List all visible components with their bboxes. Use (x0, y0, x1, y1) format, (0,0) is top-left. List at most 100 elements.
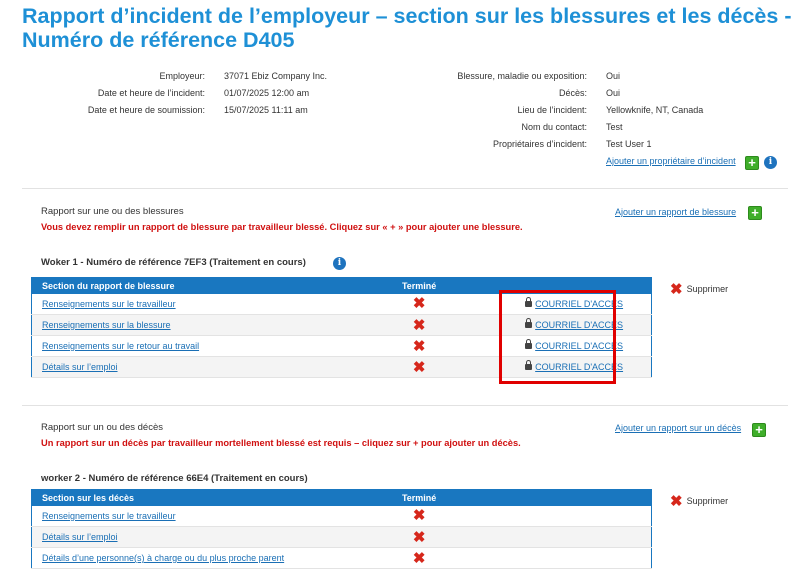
delete-death-button[interactable]: ✖ Supprimer (670, 492, 728, 510)
table-cell: Renseignements sur le retour au travail (31, 335, 388, 357)
close-icon: ✖ (412, 316, 426, 334)
column-header-access (451, 277, 652, 294)
worker-heading: worker 2 - Numéro de référence 66E4 (Tra… (41, 473, 308, 484)
column-header-section: Section sur les décès (31, 489, 388, 506)
page-title: Rapport d’incident de l’employeur – sect… (22, 4, 792, 52)
plus-icon[interactable]: + (745, 156, 759, 170)
table-cell: COURRIEL D'ACCÈS (451, 314, 652, 336)
info-row: Nom du contact: Test (400, 119, 703, 136)
delete-injury-button[interactable]: ✖ Supprimer (670, 280, 728, 298)
table-row: Renseignements sur le travailleur ✖ COUR… (31, 293, 652, 315)
column-header-done: Terminé (387, 489, 452, 506)
section-link[interactable]: Détails d’une personne(s) à charge ou du… (42, 553, 284, 563)
table-cell: COURRIEL D'ACCÈS (451, 293, 652, 315)
info-label: Blessure, maladie ou exposition: (457, 71, 587, 81)
table-cell: COURRIEL D'ACCÈS (451, 335, 652, 357)
close-icon: ✖ (412, 295, 426, 313)
injury-sections-table: Section du rapport de blessure Terminé R… (31, 277, 652, 378)
death-warning: Un rapport sur un décès par travailleur … (41, 438, 521, 448)
section-link[interactable]: Renseignements sur le retour au travail (42, 341, 199, 351)
table-header-row: Section du rapport de blessure Terminé (31, 277, 652, 294)
table-cell: Détails sur l’emploi (31, 526, 388, 548)
info-icon[interactable]: i (764, 156, 777, 169)
add-injury-report-link[interactable]: Ajouter un rapport de blessure (615, 207, 736, 217)
table-cell: ✖ (387, 293, 452, 315)
info-value: 01/07/2025 12:00 am (224, 88, 310, 98)
table-row: Renseignements sur le travailleur ✖ (31, 505, 652, 527)
info-value: Oui (606, 88, 621, 98)
plus-icon[interactable]: + (752, 423, 766, 437)
add-incident-owner-link[interactable]: Ajouter un propriétaire d’incident (606, 156, 736, 166)
incident-info-right: Blessure, maladie ou exposition: Oui Déc… (400, 68, 703, 153)
info-label: Lieu de l’incident: (517, 105, 587, 115)
table-cell: Renseignements sur le travailleur (31, 293, 388, 315)
info-label: Date et heure de l’incident: (97, 88, 205, 98)
table-row: Détails sur l’emploi ✖ COURRIEL D'ACCÈS (31, 356, 652, 378)
access-email-link[interactable]: COURRIEL D'ACCÈS (535, 299, 623, 309)
table-cell: COURRIEL D'ACCÈS (451, 356, 652, 378)
lock-icon (525, 360, 533, 370)
info-value: Test User 1 (606, 139, 652, 149)
table-cell: Renseignements sur le travailleur (31, 505, 388, 527)
column-header-empty (451, 489, 652, 506)
table-cell (451, 526, 652, 548)
access-email-link[interactable]: COURRIEL D'ACCÈS (535, 320, 623, 330)
column-header-section: Section du rapport de blessure (31, 277, 388, 294)
divider (22, 188, 788, 189)
death-sections-table: Section sur les décès Terminé Renseignem… (31, 489, 652, 569)
access-email-link[interactable]: COURRIEL D'ACCÈS (535, 341, 623, 351)
table-cell (451, 505, 652, 527)
info-value: Oui (606, 71, 621, 81)
close-icon: ✖ (412, 507, 426, 525)
close-icon: ✖ (412, 528, 426, 546)
info-label: Employeur: (159, 71, 205, 81)
info-row: Date et heure de soumission: 15/07/2025 … (40, 102, 327, 119)
incident-info-left: Employeur: 37071 Ebiz Company Inc. Date … (40, 68, 327, 119)
info-label: Nom du contact: (521, 122, 587, 132)
close-icon: ✖ (412, 337, 426, 355)
section-link[interactable]: Renseignements sur la blessure (42, 320, 171, 330)
info-row: Blessure, maladie ou exposition: Oui (400, 68, 703, 85)
injury-section-title: Rapport sur une ou des blessures (41, 206, 184, 217)
info-label: Propriétaires d’incident: (492, 139, 587, 149)
column-header-done: Terminé (387, 277, 452, 294)
info-label: Date et heure de soumission: (87, 105, 205, 115)
table-cell: ✖ (387, 356, 452, 378)
table-cell: ✖ (387, 314, 452, 336)
table-cell (451, 547, 652, 569)
info-label: Décès: (558, 88, 587, 98)
info-value: 15/07/2025 11:11 am (224, 105, 308, 115)
delete-label: Supprimer (686, 284, 729, 294)
info-row: Lieu de l’incident: Yellowknife, NT, Can… (400, 102, 703, 119)
death-section-title: Rapport sur un ou des décès (41, 422, 163, 433)
table-row: Détails d’une personne(s) à charge ou du… (31, 547, 652, 569)
section-link[interactable]: Détails sur l’emploi (42, 362, 118, 372)
table-cell: Renseignements sur la blessure (31, 314, 388, 336)
worker-heading: Woker 1 - Numéro de référence 7EF3 (Trai… (41, 257, 306, 268)
table-cell: ✖ (387, 526, 452, 548)
close-icon: ✖ (412, 549, 426, 567)
access-email-link[interactable]: COURRIEL D'ACCÈS (535, 362, 623, 372)
close-icon: ✖ (670, 281, 683, 298)
injury-warning: Vous devez remplir un rapport de blessur… (41, 222, 523, 232)
info-value: Test (606, 122, 623, 132)
table-header-row: Section sur les décès Terminé (31, 489, 652, 506)
section-link[interactable]: Détails sur l’emploi (42, 532, 118, 542)
info-row: Propriétaires d’incident: Test User 1 (400, 136, 703, 153)
table-row: Renseignements sur la blessure ✖ COURRIE… (31, 314, 652, 336)
info-row: Décès: Oui (400, 85, 703, 102)
add-death-report-link[interactable]: Ajouter un rapport sur un décès (615, 423, 741, 433)
section-link[interactable]: Renseignements sur le travailleur (42, 299, 176, 309)
close-icon: ✖ (670, 493, 683, 510)
table-row: Renseignements sur le retour au travail … (31, 335, 652, 357)
table-cell: ✖ (387, 505, 452, 527)
section-link[interactable]: Renseignements sur le travailleur (42, 511, 176, 521)
info-value: Yellowknife, NT, Canada (606, 105, 704, 115)
lock-icon (525, 296, 533, 307)
plus-icon[interactable]: + (748, 206, 762, 220)
divider (22, 405, 788, 406)
info-icon[interactable]: i (333, 257, 346, 270)
info-value: 37071 Ebiz Company Inc. (224, 71, 328, 81)
lock-icon (525, 318, 533, 328)
table-cell: Détails d’une personne(s) à charge ou du… (31, 547, 388, 569)
